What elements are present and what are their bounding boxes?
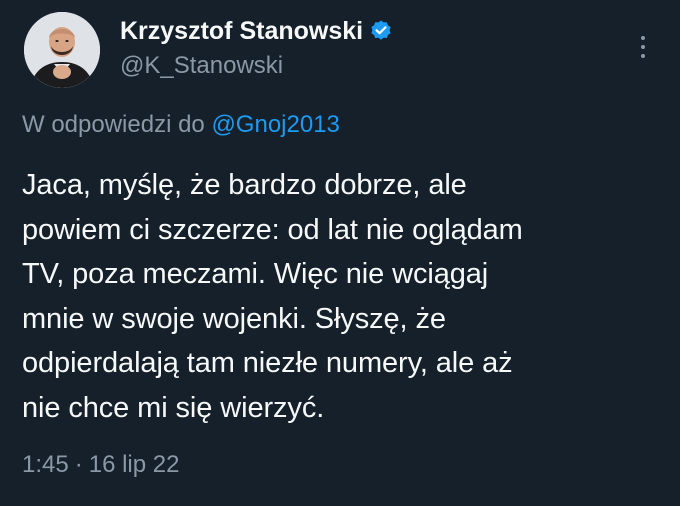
author-handle[interactable]: @K_Stanowski [120, 52, 283, 80]
tweet-card: Krzysztof Stanowski @K_Stanowski W odpow… [0, 0, 680, 506]
reply-mention-link[interactable]: @Gnoj2013 [211, 111, 339, 138]
more-options-icon[interactable] [628, 30, 658, 64]
tweet-date[interactable]: 16 lip 22 [89, 451, 180, 478]
author-display-name[interactable]: Krzysztof Stanowski [120, 17, 363, 46]
reply-context: W odpowiedzi do @Gnoj2013 [22, 111, 340, 139]
reply-prefix: W odpowiedzi do [22, 111, 205, 138]
avatar-image [24, 12, 100, 88]
author-name-row: Krzysztof Stanowski [120, 15, 393, 47]
tweet-time[interactable]: 1:45 [22, 451, 69, 478]
tweet-text: Jaca, myślę, że bardzo dobrze, ale powie… [22, 169, 523, 424]
tweet-timestamp: 1:45 · 16 lip 22 [22, 451, 179, 479]
verified-badge-icon[interactable] [369, 19, 393, 43]
meta-separator: · [74, 451, 83, 478]
avatar[interactable] [24, 12, 100, 88]
